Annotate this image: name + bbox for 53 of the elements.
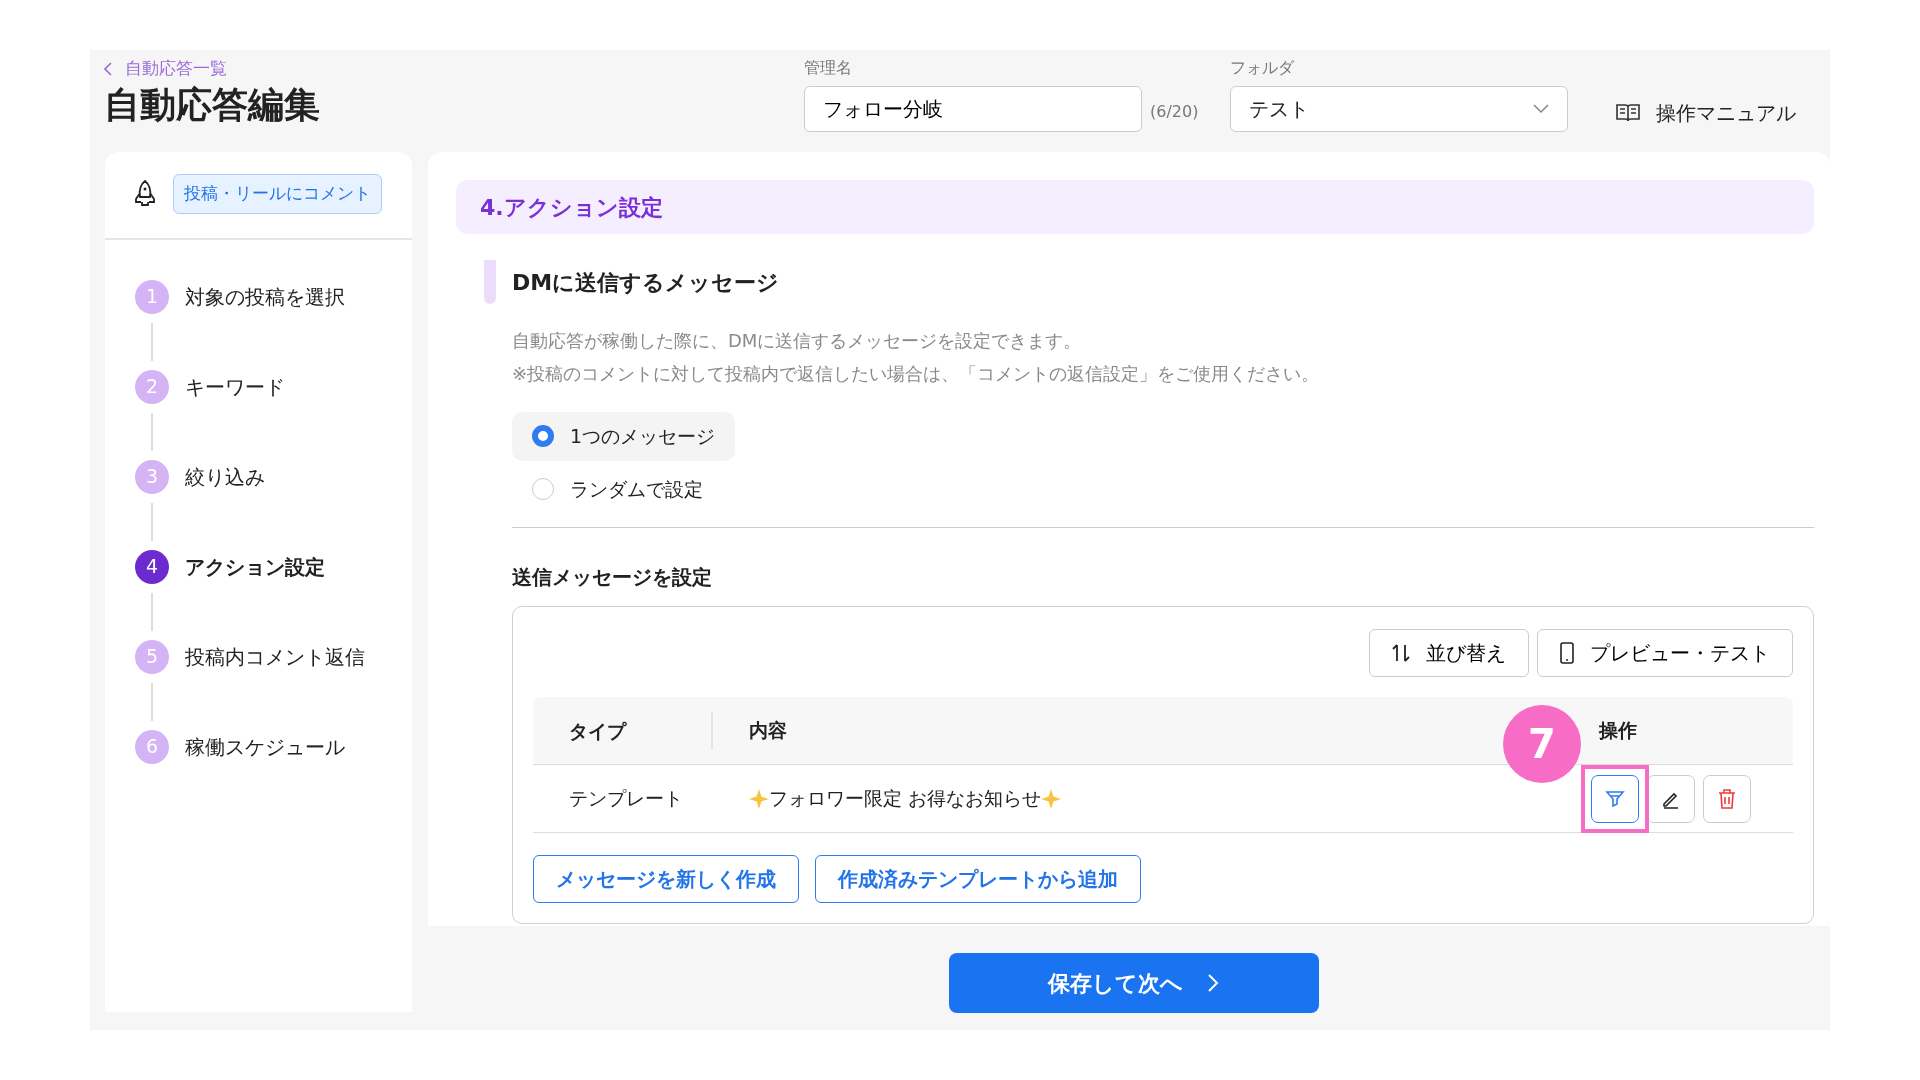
sort-icon: [1392, 643, 1410, 663]
save-next-button[interactable]: 保存して次へ: [948, 953, 1319, 1013]
edit-button[interactable]: [1647, 774, 1695, 823]
table-cell-text: テンプレート: [568, 786, 684, 812]
column-header: 内容: [749, 719, 787, 742]
messages-title: 送信メッセージを設定: [512, 564, 713, 591]
character-counter: (6/20): [1150, 101, 1199, 123]
step-number: 5: [135, 639, 169, 674]
book-icon: [1616, 103, 1641, 123]
filter-icon: [1605, 788, 1625, 809]
back-link[interactable]: 自動応答一覧: [104, 58, 227, 78]
step-link[interactable]: 対象の投稿を選択: [185, 281, 345, 312]
radio-option[interactable]: ランダムで設定: [512, 464, 723, 513]
add-message-button[interactable]: 作成済みテンプレートから追加: [815, 855, 1141, 903]
step-link[interactable]: アクション設定: [185, 551, 325, 582]
step-link[interactable]: 稼働スケジュール: [185, 731, 345, 762]
trigger-tag: 投稿・リールにコメント: [173, 174, 382, 214]
step-link[interactable]: 投稿内コメント返信: [185, 641, 365, 672]
page-title: 自動応答編集: [104, 82, 321, 127]
preview-button[interactable]: プレビュー・テスト: [1537, 629, 1793, 677]
trash-icon: [1718, 788, 1736, 809]
description-text: ※投稿のコメントに対して投稿内で返信したい場合は、「コメントの返信設定」をご使用ください。: [512, 362, 1321, 386]
sort-button[interactable]: 並び替え: [1369, 629, 1529, 677]
heading-accent-bar: [484, 260, 496, 304]
field-label: フォルダ: [1230, 57, 1296, 79]
step-number: 2: [135, 369, 169, 404]
table-cell-text: フォロワー限定 お得なお知らせ: [769, 786, 1042, 812]
chevron-down-icon: [1533, 104, 1550, 114]
step-number: 6: [135, 729, 169, 764]
section-header: 4.アクション設定: [456, 180, 1814, 234]
chevron-left-icon: [104, 62, 113, 76]
filter-button[interactable]: [1591, 774, 1639, 823]
add-message-button[interactable]: メッセージを新しく作成: [533, 855, 799, 903]
field-label: 管理名: [804, 57, 853, 79]
delete-button[interactable]: [1703, 774, 1751, 823]
rocket-icon: [133, 178, 157, 209]
step-number: 1: [135, 279, 169, 314]
column-header: タイプ: [569, 719, 626, 742]
chevron-right-icon: [1207, 973, 1219, 993]
sparkle-icon: [1041, 788, 1062, 809]
smartphone-icon: [1560, 642, 1574, 664]
folder-select[interactable]: テスト: [1230, 86, 1569, 132]
step-link[interactable]: 絞り込み: [185, 461, 265, 492]
manual-link[interactable]: 操作マニュアル: [1616, 98, 1797, 128]
step-number: 4: [135, 549, 169, 584]
description-text: 自動応答が稼働した際に、DMに送信するメッセージを設定できます。: [512, 329, 1083, 353]
name-input-field[interactable]: フォロー分岐: [804, 86, 1142, 132]
section-subtitle: DMに送信するメッセージ: [512, 268, 780, 297]
radio-option[interactable]: 1つのメッセージ: [512, 412, 736, 461]
step-link[interactable]: キーワード: [185, 371, 285, 402]
sparkle-icon: [749, 788, 769, 809]
column-header: 操作: [1599, 719, 1637, 742]
step-number: 3: [135, 459, 169, 494]
